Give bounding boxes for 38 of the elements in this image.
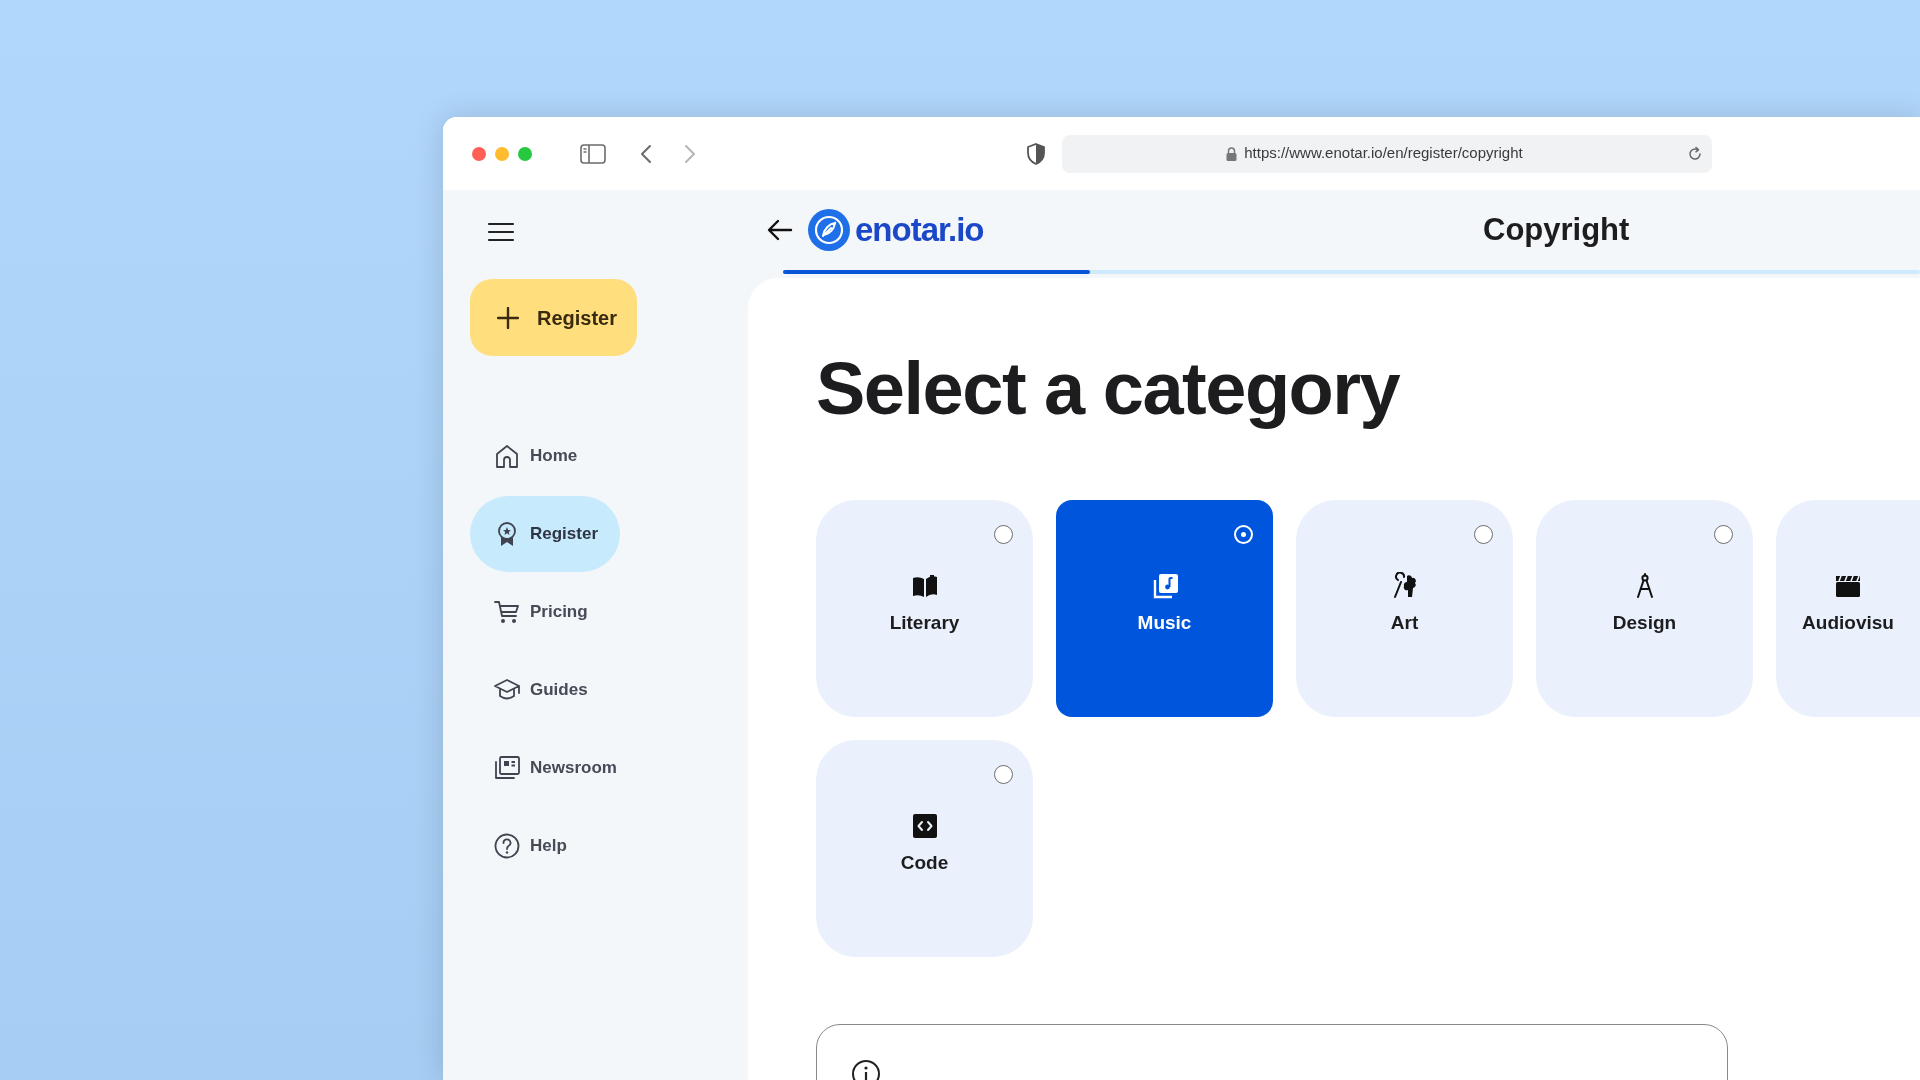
address-bar[interactable]: https://www.enotar.io/en/register/copyright: [1062, 134, 1712, 173]
radio-button[interactable]: [1714, 525, 1733, 544]
radio-button[interactable]: [994, 525, 1013, 544]
nav-item[interactable]: Guides: [470, 652, 620, 728]
cart-icon: [494, 599, 520, 625]
nav-item[interactable]: Newsroom: [470, 730, 620, 806]
category-card[interactable]: Music: [1056, 500, 1273, 717]
reload-icon[interactable]: [1687, 145, 1703, 162]
nav-item[interactable]: Home: [470, 418, 620, 494]
back-arrow-icon[interactable]: [767, 219, 793, 241]
help-icon: [494, 833, 520, 859]
category-card[interactable]: Literary: [816, 500, 1033, 717]
category-card[interactable]: Design: [1536, 500, 1753, 717]
category-card[interactable]: Art: [1296, 500, 1513, 717]
radio-button[interactable]: [1474, 525, 1493, 544]
register-button[interactable]: Register: [470, 279, 637, 356]
logo-icon: [807, 208, 851, 252]
home-icon: [494, 443, 520, 469]
book-icon: [910, 572, 939, 600]
close-window-button[interactable]: [472, 146, 486, 161]
logo-text: enotar.io: [855, 210, 984, 251]
info-icon: [851, 1059, 881, 1080]
url-text: https://www.enotar.io/en/register/copyright: [1244, 143, 1523, 164]
radio-button[interactable]: [994, 765, 1013, 784]
page-title: Copyright: [1483, 210, 1630, 249]
category-card[interactable]: Audiovisu: [1776, 500, 1920, 717]
newspaper-icon: [494, 755, 520, 781]
nav-item[interactable]: Register: [470, 496, 620, 572]
menu-icon[interactable]: [487, 222, 515, 242]
lock-icon: [1226, 146, 1238, 161]
category-card[interactable]: Code: [816, 740, 1033, 957]
shield-icon[interactable]: [1026, 142, 1046, 165]
code-icon: [910, 812, 939, 840]
nav-item[interactable]: Help: [470, 808, 620, 884]
nav-item[interactable]: Pricing: [470, 574, 620, 650]
sidebar-toggle-icon[interactable]: [580, 143, 606, 164]
back-icon[interactable]: [640, 143, 652, 164]
plus-icon: [497, 306, 519, 329]
